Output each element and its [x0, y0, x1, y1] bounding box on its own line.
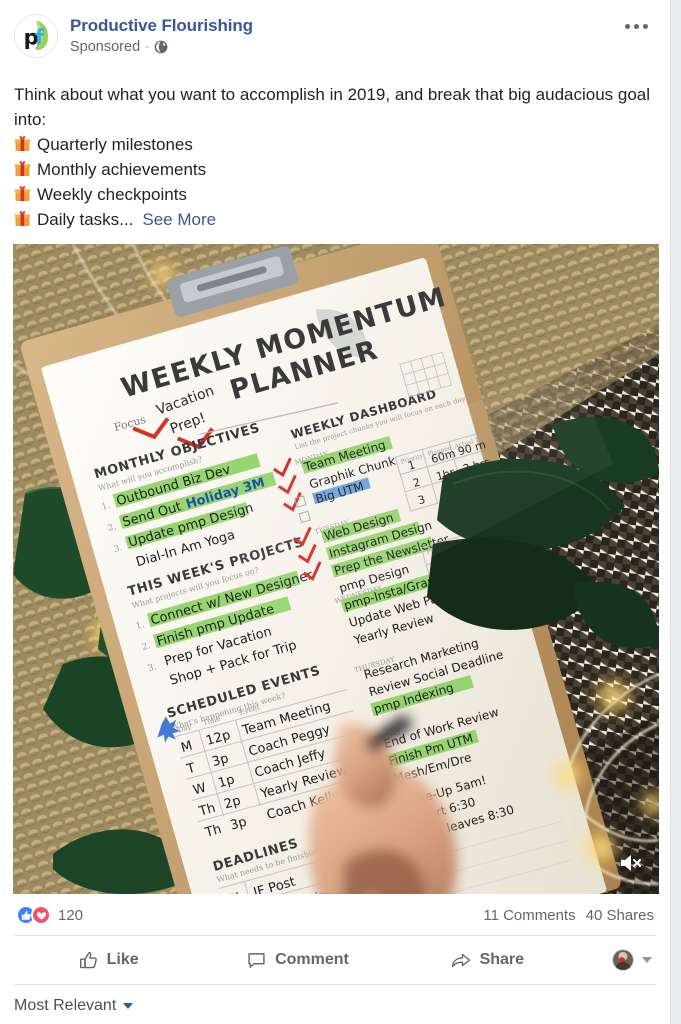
comment-button[interactable]: Comment: [203, 942, 392, 978]
bullet-label: Quarterly milestones: [37, 135, 193, 154]
post-header: p f Productive Flourishing Sponsored ·: [0, 0, 670, 76]
gift-emoji: [14, 185, 31, 202]
meta-separator: ·: [145, 39, 150, 54]
thumbs-up-outline-icon: [79, 951, 98, 970]
comment-count[interactable]: 11 Comments: [483, 907, 575, 924]
chevron-down-icon: [123, 1003, 134, 1009]
comment-button-label: Comment: [275, 951, 349, 968]
gift-emoji: [14, 135, 31, 152]
gift-emoji: [14, 210, 31, 227]
user-avatar[interactable]: [611, 949, 634, 971]
header-text-block: Productive Flourishing Sponsored ·: [70, 14, 253, 56]
speech-bubble-outline-icon: [247, 951, 266, 970]
see-more-link[interactable]: See More: [142, 207, 216, 232]
post-options-button[interactable]: [616, 12, 656, 40]
bullet-label: Daily tasks...: [37, 210, 134, 229]
engagement-counts: 120 11 Comments 40 Shares: [0, 894, 670, 935]
page-name[interactable]: Productive Flourishing: [70, 15, 253, 36]
like-button-label: Like: [106, 951, 139, 968]
reaction-icon-group: [16, 905, 51, 925]
svg-text:f: f: [35, 26, 45, 50]
facebook-post-screen: p f Productive Flourishing Sponsored · T…: [0, 0, 681, 1024]
bullet-label: Monthly achievements: [37, 160, 207, 179]
share-button[interactable]: Share: [393, 942, 582, 978]
heart-icon: [31, 905, 51, 925]
post-bullet-1: Quarterly milestones: [14, 132, 656, 157]
reactions-summary[interactable]: 120: [16, 905, 83, 925]
post-card: p f Productive Flourishing Sponsored · T…: [0, 0, 671, 1024]
ellipsis-dot: [633, 23, 639, 29]
chevron-down-icon[interactable]: [641, 957, 652, 963]
globe-icon: [154, 40, 168, 54]
profile-switcher[interactable]: [582, 949, 656, 971]
post-bullet-3: Weekly checkpoints: [14, 182, 656, 207]
ellipsis-dot: [642, 23, 648, 29]
like-button[interactable]: Like: [14, 942, 203, 978]
share-button-label: Share: [479, 951, 525, 968]
reaction-count: 120: [58, 906, 84, 924]
bullet-label: Weekly checkpoints: [37, 185, 187, 204]
share-count[interactable]: 40 Shares: [586, 907, 654, 924]
comments-section: Most Relevant: [0, 985, 670, 1024]
video-mute-button[interactable]: [615, 848, 645, 878]
counts-right: 11 Comments 40 Shares: [483, 907, 654, 924]
post-intro-text: Think about what you want to accomplish …: [14, 85, 651, 129]
action-bar: Like Comment Share: [0, 936, 670, 984]
post-bullet-2: Monthly achievements: [14, 157, 656, 182]
sponsored-label[interactable]: Sponsored: [70, 38, 140, 56]
share-arrow-icon: [451, 951, 471, 970]
post-video[interactable]: WEEKLY MOMENTUM PLANNER Focus Vacation P…: [13, 244, 659, 894]
ellipsis-dot: [624, 23, 630, 29]
post-text: Think about what you want to accomplish …: [0, 76, 670, 244]
post-bullet-4: Daily tasks... See More: [14, 207, 656, 232]
sponsored-row: Sponsored ·: [70, 38, 253, 56]
comment-sort-dropdown[interactable]: Most Relevant: [14, 997, 134, 1015]
gift-emoji: [14, 160, 31, 177]
page-avatar[interactable]: p f: [14, 14, 58, 58]
comment-sort-label: Most Relevant: [14, 997, 117, 1014]
